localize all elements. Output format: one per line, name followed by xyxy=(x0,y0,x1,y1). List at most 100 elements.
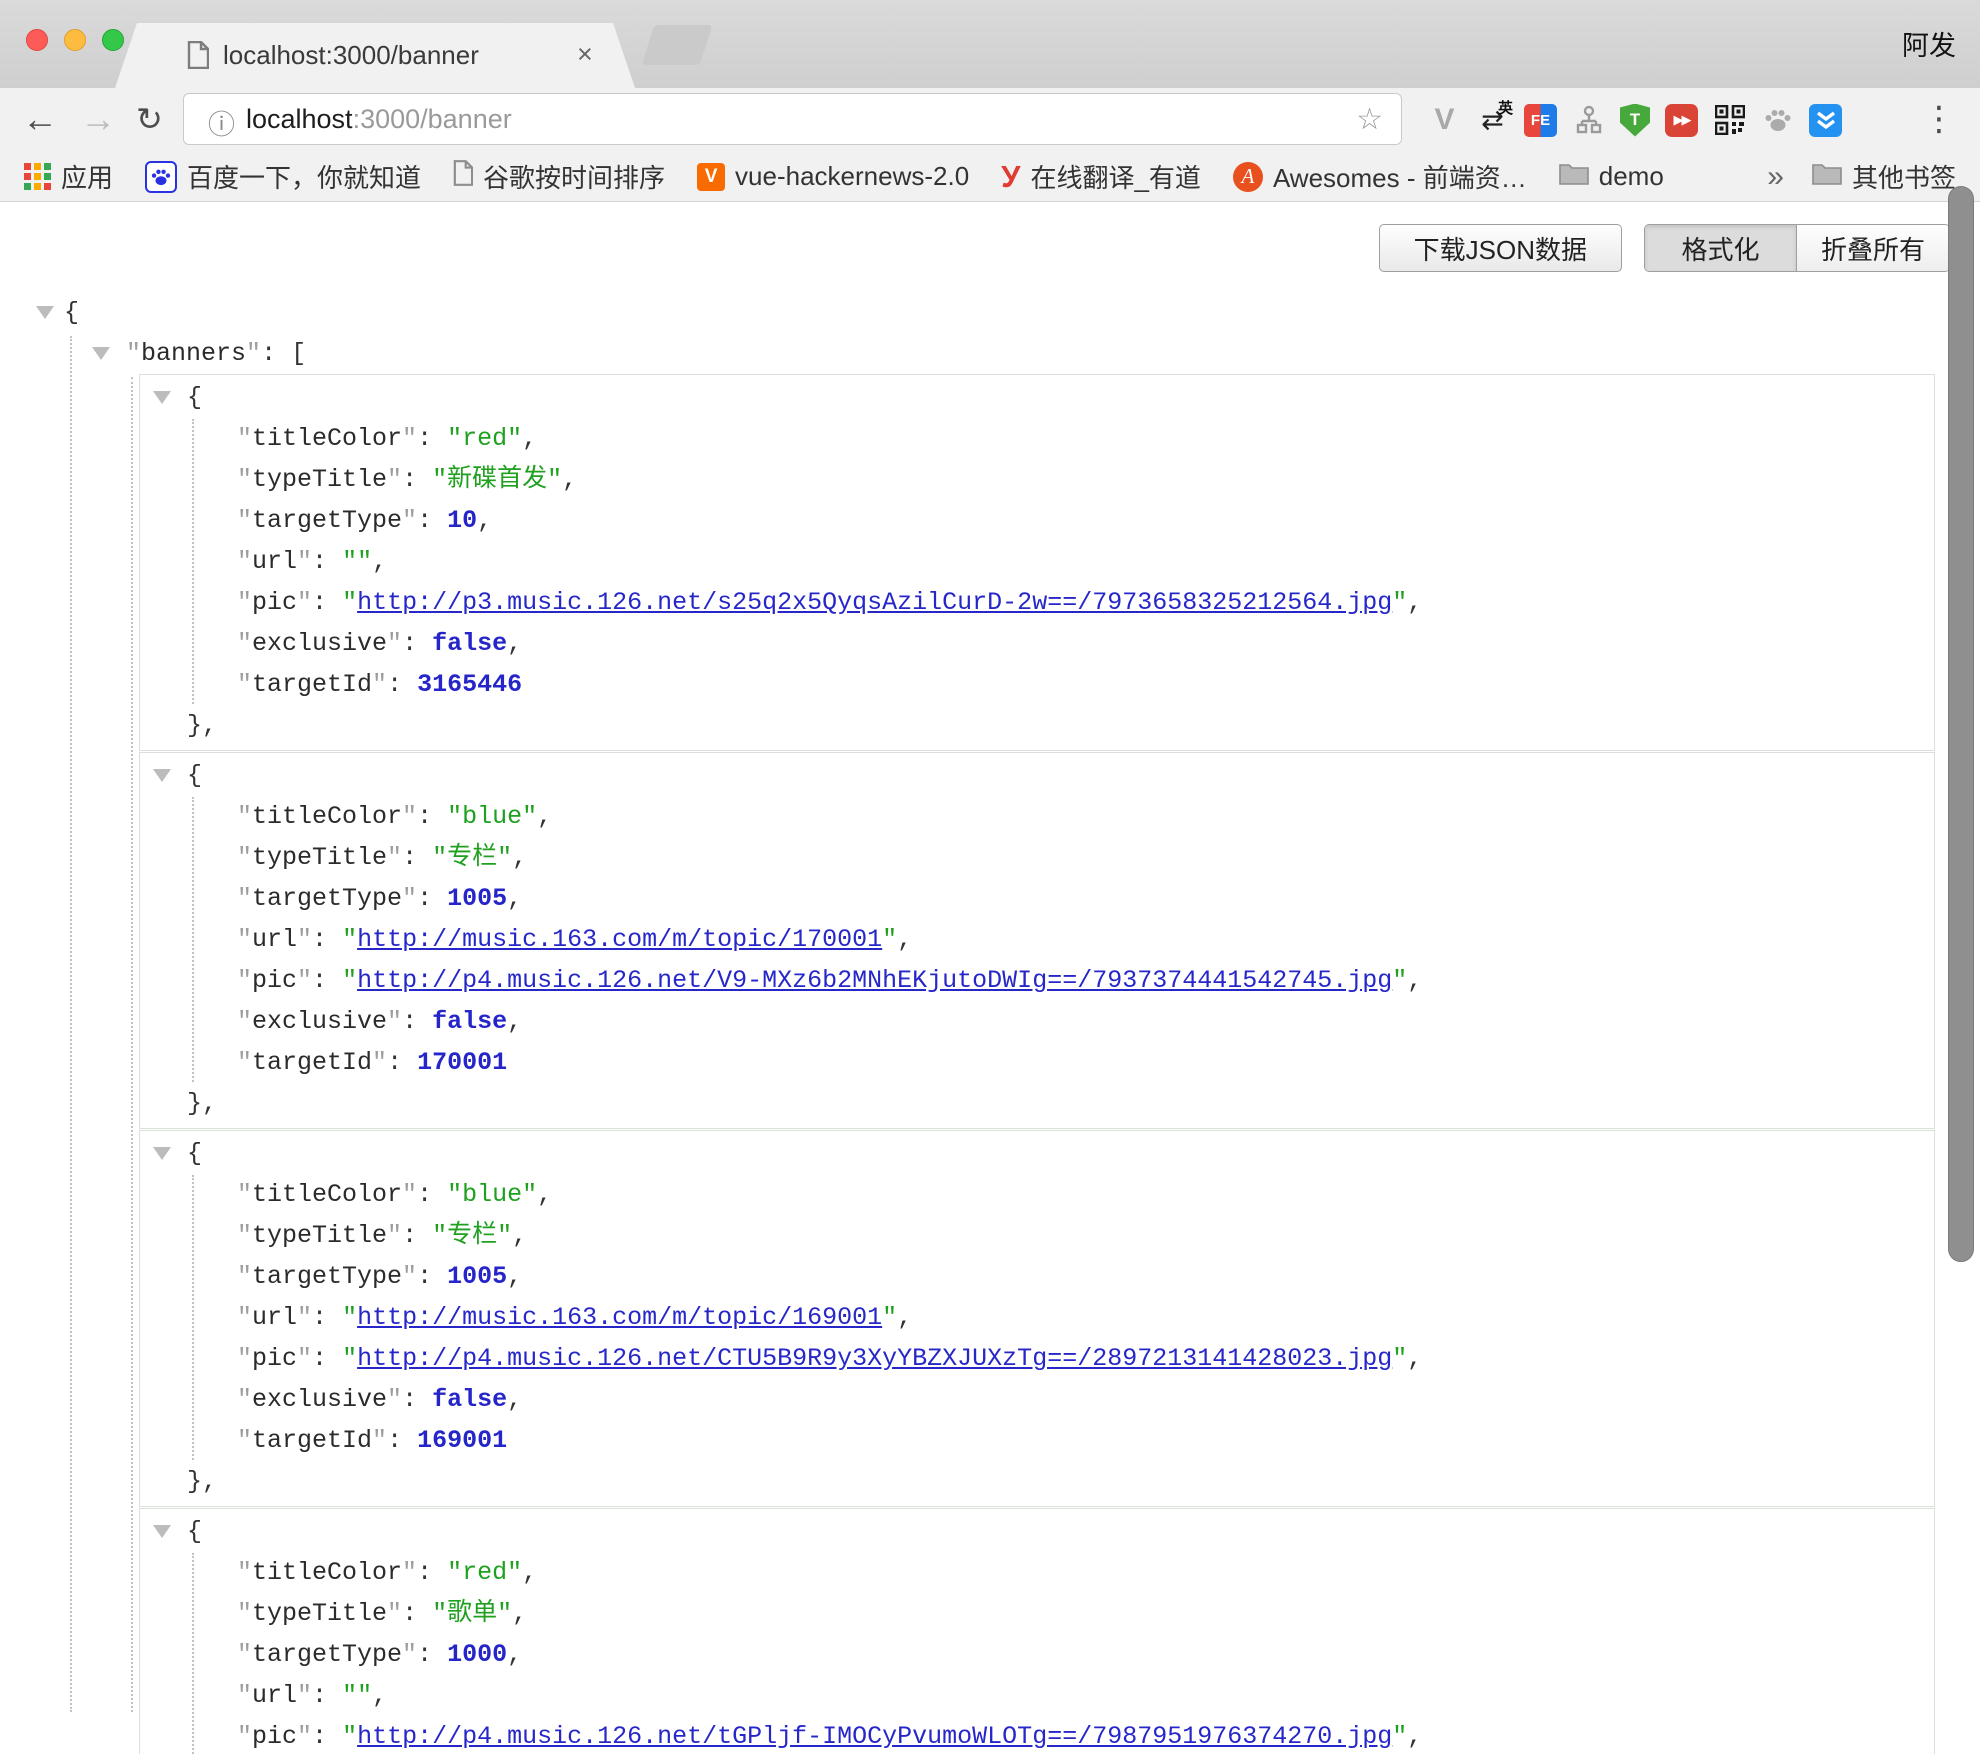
translate-icon[interactable]: ⇄英 xyxy=(1476,104,1509,137)
bookmark-youdao[interactable]: У 在线翻译_有道 xyxy=(1001,158,1201,195)
bookmark-awesomes[interactable]: A Awesomes - 前端资… xyxy=(1233,158,1527,195)
page-favicon-icon xyxy=(187,41,209,74)
json-field-line: "targetType": 10, xyxy=(140,500,1934,541)
window-controls xyxy=(26,29,124,51)
new-tab-button[interactable] xyxy=(642,25,713,65)
json-link-value[interactable]: http://music.163.com/m/topic/170001 xyxy=(357,925,882,954)
bookmark-folder-demo[interactable]: demo xyxy=(1559,161,1664,192)
collapse-toggle-icon[interactable] xyxy=(36,306,54,319)
bookmarks-bar: 应用 百度一下，你就知道 谷歌按时间排序 V vue-hackernews-2.… xyxy=(0,152,1980,202)
collapse-all-button[interactable]: 折叠所有 xyxy=(1797,225,1949,271)
json-field-line: "titleColor": "red", xyxy=(140,1552,1934,1593)
json-key: url xyxy=(252,925,297,954)
json-field-line: "targetId": 170001 xyxy=(140,1042,1934,1083)
json-key: targetId xyxy=(252,670,372,699)
menu-dots-icon[interactable]: ⋮ xyxy=(1922,96,1956,142)
bookmark-label: 应用 xyxy=(61,158,113,195)
json-actions: 下载JSON数据 格式化 折叠所有 xyxy=(0,202,1980,272)
youdao-icon: У xyxy=(1001,159,1020,195)
browser-toolbar: ← → ↻ ⓘ localhost:3000/banner ☆ V ⇄英 FE … xyxy=(0,88,1980,152)
collapse-toggle-icon[interactable] xyxy=(153,1525,171,1538)
qr-code-icon[interactable] xyxy=(1713,104,1746,137)
bookmark-google-sort[interactable]: 谷歌按时间排序 xyxy=(453,158,665,195)
json-key: titleColor xyxy=(252,1558,402,1587)
bookmarks-overflow-icon[interactable]: » xyxy=(1767,160,1784,194)
collapse-toggle-icon[interactable] xyxy=(153,1147,171,1160)
json-item-lines: "titleColor": "blue","typeTitle": "专栏","… xyxy=(140,1174,1934,1461)
extensions-row: V ⇄英 FE T ▶▶ xyxy=(1428,90,1842,150)
json-string-value: "专栏" xyxy=(432,1221,512,1250)
json-key: banners xyxy=(141,339,246,368)
back-button[interactable]: ← xyxy=(22,96,58,142)
json-open-brace-line: { xyxy=(140,1511,1934,1552)
json-field-line: "titleColor": "blue", xyxy=(140,796,1934,837)
downloader-icon[interactable] xyxy=(1809,104,1842,137)
tab-close-icon[interactable]: × xyxy=(577,39,593,70)
json-field-line: "pic": "http://p4.music.126.net/tGPljf-I… xyxy=(140,1716,1934,1754)
folder-icon xyxy=(1812,161,1842,192)
json-key: targetId xyxy=(252,1048,372,1077)
json-link-value[interactable]: http://p4.music.126.net/tGPljf-IMOCyPvum… xyxy=(357,1722,1392,1751)
json-key: targetType xyxy=(252,1262,402,1291)
json-key: pic xyxy=(252,1722,297,1751)
zoom-window-button[interactable] xyxy=(102,29,124,51)
json-link-value[interactable]: http://music.163.com/m/topic/169001 xyxy=(357,1303,882,1332)
json-link-value[interactable]: http://p4.music.126.net/CTU5B9R9y3XyYBZX… xyxy=(357,1344,1392,1373)
json-number-value: 1005 xyxy=(447,1262,507,1291)
vertical-scrollbar-thumb[interactable] xyxy=(1948,186,1974,1262)
bookmark-label: vue-hackernews-2.0 xyxy=(735,161,969,192)
json-field-line: "url": "http://music.163.com/m/topic/169… xyxy=(140,1297,1934,1338)
bookmark-label: 其他书签 xyxy=(1852,158,1956,195)
json-string-value: "" xyxy=(342,1681,372,1710)
json-close-brace-line: }, xyxy=(140,1461,1934,1502)
forward-button: → xyxy=(80,96,116,142)
json-banners-line: "banners": [ xyxy=(0,333,1980,374)
minimize-window-button[interactable] xyxy=(64,29,86,51)
bookmark-label: 在线翻译_有道 xyxy=(1030,158,1200,195)
collapse-toggle-icon[interactable] xyxy=(92,347,110,360)
json-field-line: "exclusive": false, xyxy=(140,1001,1934,1042)
json-field-line: "targetType": 1005, xyxy=(140,878,1934,919)
json-key: pic xyxy=(252,966,297,995)
json-key: url xyxy=(252,547,297,576)
collapse-toggle-icon[interactable] xyxy=(153,769,171,782)
close-window-button[interactable] xyxy=(26,29,48,51)
collapse-toggle-icon[interactable] xyxy=(153,391,171,404)
bookmark-baidu[interactable]: 百度一下，你就知道 xyxy=(145,158,421,195)
paw-icon[interactable] xyxy=(1761,104,1794,137)
json-string-value: "专栏" xyxy=(432,843,512,872)
profile-name[interactable]: 阿发 xyxy=(1902,24,1956,63)
json-key: titleColor xyxy=(252,1180,402,1209)
bookmark-vue-hackernews[interactable]: V vue-hackernews-2.0 xyxy=(697,161,969,192)
fe-helper-icon[interactable]: FE xyxy=(1524,104,1557,137)
other-bookmarks-folder[interactable]: 其他书签 xyxy=(1812,158,1956,195)
shield-icon[interactable]: T xyxy=(1620,104,1650,137)
download-json-button[interactable]: 下载JSON数据 xyxy=(1379,224,1622,272)
bookmark-star-icon[interactable]: ☆ xyxy=(1356,102,1383,137)
url-bar[interactable]: ⓘ localhost:3000/banner ☆ xyxy=(183,93,1402,145)
json-key: exclusive xyxy=(252,1007,387,1036)
page-info-icon[interactable]: ⓘ xyxy=(208,103,235,142)
json-array-item: { "titleColor": "red","typeTitle": "歌单",… xyxy=(139,1508,1935,1754)
vue-devtools-icon[interactable]: V xyxy=(1428,104,1461,137)
json-key: typeTitle xyxy=(252,1599,387,1628)
browser-tab[interactable]: localhost:3000/banner × xyxy=(115,23,635,88)
json-number-value: 170001 xyxy=(417,1048,507,1077)
json-field-line: "typeTitle": "歌单", xyxy=(140,1593,1934,1634)
json-open-brace-line: { xyxy=(140,377,1934,418)
url-text[interactable]: localhost:3000/banner xyxy=(246,104,512,135)
json-field-line: "pic": "http://p4.music.126.net/V9-MXz6b… xyxy=(140,960,1934,1001)
sitemap-icon[interactable] xyxy=(1572,104,1605,137)
json-key: typeTitle xyxy=(252,1221,387,1250)
json-link-value[interactable]: http://p4.music.126.net/V9-MXz6b2MNhEKju… xyxy=(357,966,1392,995)
indent-guide xyxy=(70,336,72,1712)
video-helper-icon[interactable]: ▶▶ xyxy=(1665,104,1698,137)
format-button[interactable]: 格式化 xyxy=(1645,225,1797,271)
json-array-item: { "titleColor": "blue","typeTitle": "专栏"… xyxy=(139,752,1935,1129)
bookmark-apps[interactable]: 应用 xyxy=(24,158,113,195)
json-link-value[interactable]: http://p3.music.126.net/s25q2x5QyqsAzilC… xyxy=(357,588,1392,617)
reload-button[interactable]: ↻ xyxy=(136,96,163,142)
json-item-lines: "titleColor": "blue","typeTitle": "专栏","… xyxy=(140,796,1934,1083)
json-field-line: "exclusive": false, xyxy=(140,623,1934,664)
json-key: targetType xyxy=(252,506,402,535)
